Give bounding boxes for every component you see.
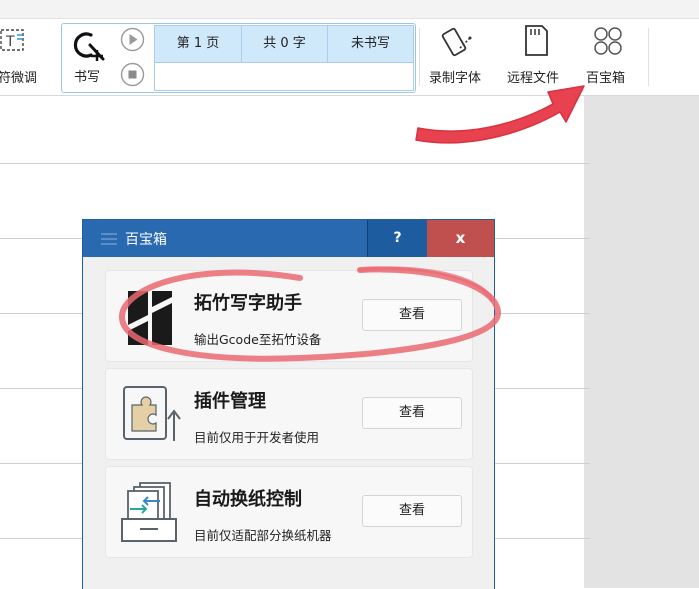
bambu-logo-icon: [128, 291, 172, 345]
write-info-table: 第 1 页 共 0 字 未书写: [154, 25, 414, 91]
paper-ruling-line: [0, 163, 590, 164]
write-status-info: 未书写: [350, 36, 390, 51]
dialog-title: 百宝箱: [125, 232, 167, 248]
toolbox-label[interactable]: 百宝箱: [586, 67, 625, 86]
toolbox-dialog: 百宝箱 ? x 拓竹写字助手 输出Gcode至拓竹设备 查看 插件管理 目前仅用…: [82, 219, 495, 589]
close-button[interactable]: x: [427, 220, 494, 257]
toolbar-separator: [419, 28, 420, 86]
four-circles-icon[interactable]: [593, 26, 623, 56]
card-auto-paper-change: 自动换纸控制 目前仅适配部分换纸机器 查看: [105, 466, 473, 558]
info-header-row: 第 1 页 共 0 字 未书写: [155, 26, 413, 63]
title-strip: [0, 0, 699, 19]
write-label[interactable]: 书写: [74, 66, 100, 85]
card-plugin-management: 插件管理 目前仅用于开发者使用 查看: [105, 368, 473, 460]
record-font-label[interactable]: 录制字体: [429, 67, 481, 86]
page-info: 第 1 页: [176, 36, 220, 51]
card-title: 自动换纸控制: [194, 489, 302, 510]
card-description: 目前仅适配部分换纸机器: [194, 528, 332, 543]
fine-tune-label[interactable]: 符微调: [0, 67, 37, 86]
view-button[interactable]: 查看: [362, 495, 462, 527]
card-bambu-assistant: 拓竹写字助手 输出Gcode至拓竹设备 查看: [105, 270, 473, 362]
puzzle-icon: [123, 386, 181, 441]
paper-swap-icon: [121, 482, 177, 542]
char-count-info: 共 0 字: [263, 36, 306, 51]
write-pen-icon[interactable]: [69, 28, 107, 64]
svg-text:T: T: [5, 34, 15, 50]
menu-icon: [101, 233, 117, 245]
card-title: 拓竹写字助手: [194, 293, 302, 314]
stop-icon[interactable]: [120, 62, 145, 87]
view-button[interactable]: 查看: [362, 397, 462, 429]
help-button[interactable]: ?: [367, 220, 427, 257]
play-icon[interactable]: [120, 27, 145, 52]
card-description: 输出Gcode至拓竹设备: [194, 332, 322, 347]
dialog-title-bar[interactable]: 百宝箱 ? x: [83, 220, 494, 257]
view-button[interactable]: 查看: [362, 299, 462, 331]
phone-pen-icon[interactable]: [440, 24, 476, 60]
sd-card-icon[interactable]: [522, 24, 550, 58]
card-title: 插件管理: [194, 391, 266, 412]
right-side-panel: [584, 96, 699, 588]
remote-file-label[interactable]: 远程文件: [507, 67, 559, 86]
text-adjust-icon[interactable]: T: [0, 27, 28, 55]
toolbar-separator: [648, 28, 649, 86]
card-description: 目前仅用于开发者使用: [194, 430, 320, 445]
